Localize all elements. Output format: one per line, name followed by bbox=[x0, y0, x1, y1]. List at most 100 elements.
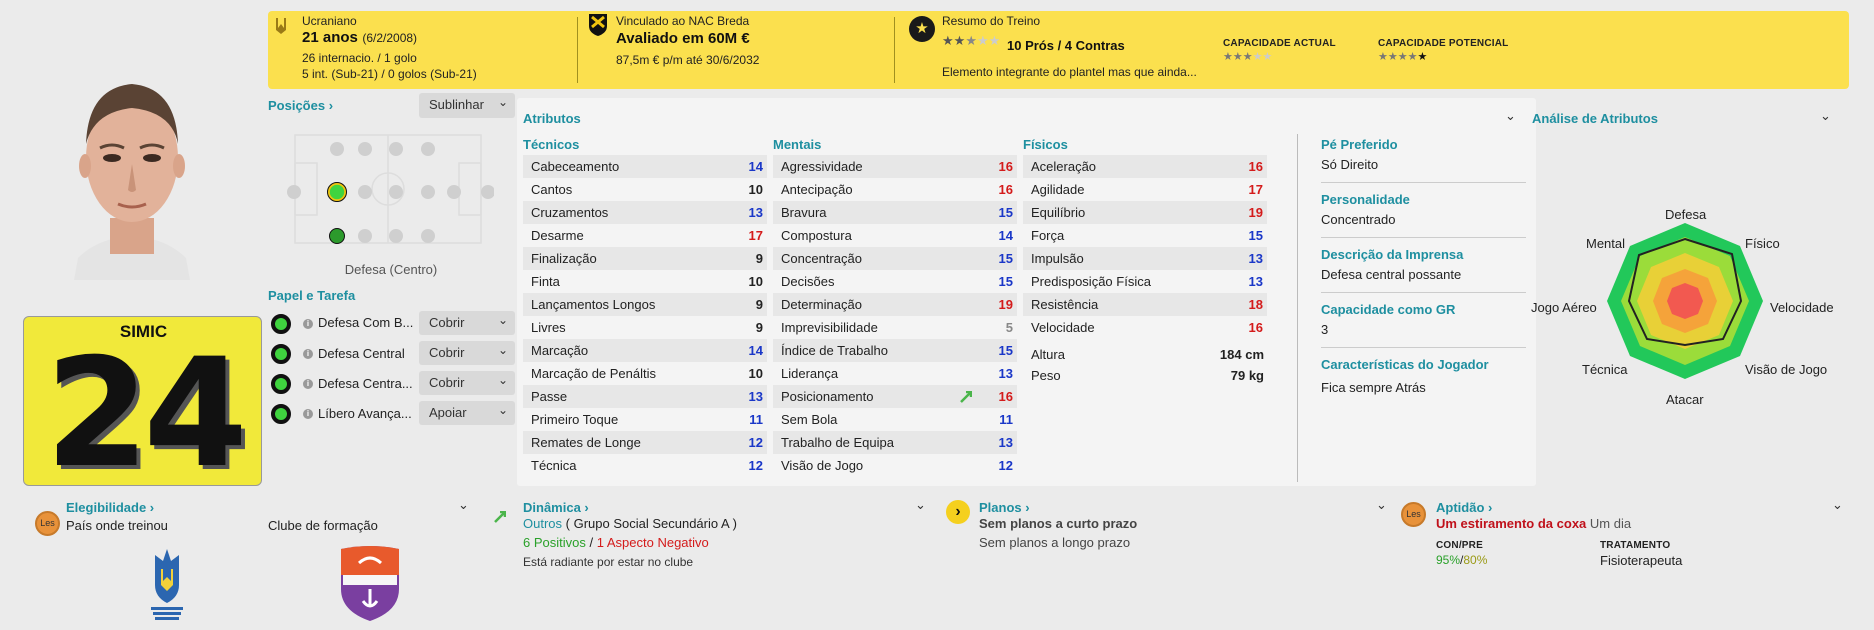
positions-link[interactable]: Posições › bbox=[268, 98, 333, 113]
long-term-plans: Sem planos a longo prazo bbox=[979, 535, 1131, 550]
attribute-row: Livres 9 bbox=[523, 316, 767, 339]
attribute-value: 15 bbox=[998, 251, 1013, 266]
attribute-name: Lançamentos Longos bbox=[531, 297, 656, 312]
attribute-row: Primeiro Toque 11 bbox=[523, 408, 767, 431]
attribute-name: Agilidade bbox=[1031, 182, 1085, 197]
attribute-value: 19 bbox=[1248, 205, 1263, 220]
preferred-foot-label: Pé Preferido bbox=[1321, 137, 1398, 152]
plans-icon: › bbox=[946, 500, 970, 524]
trident-icon bbox=[274, 16, 288, 36]
role-3-duty-dropdown[interactable]: Cobrir ⌄ bbox=[419, 371, 515, 395]
chevron-down-icon[interactable]: ⌄ bbox=[915, 497, 926, 513]
attribute-row: Concentração 15 bbox=[773, 247, 1017, 270]
plans-link[interactable]: Planos › bbox=[979, 500, 1030, 515]
player-photo bbox=[68, 68, 196, 280]
radar-label-aereo: Jogo Aéreo bbox=[1531, 300, 1597, 315]
divider bbox=[1321, 347, 1526, 348]
attribute-name: Marcação bbox=[531, 343, 589, 358]
chevron-down-icon[interactable]: ⌄ bbox=[1820, 108, 1831, 124]
info-icon[interactable]: i bbox=[303, 379, 313, 389]
divider bbox=[1321, 237, 1526, 238]
attribute-value: 15 bbox=[1248, 228, 1263, 243]
attribute-value: 12 bbox=[748, 458, 763, 473]
attribute-row: Força 15 bbox=[1023, 224, 1267, 247]
posicionamento-trend-icon bbox=[960, 388, 973, 403]
attribute-value: 9 bbox=[755, 320, 763, 335]
attribute-row: Posicionamento 16 bbox=[773, 385, 1017, 408]
eligibility-link[interactable]: Elegibilidade › bbox=[66, 500, 154, 515]
mental-title: Mentais bbox=[773, 137, 822, 152]
happiness-summary: 6 Positivos / 1 Aspecto Negativo bbox=[523, 535, 709, 550]
chevron-down-icon: ⌄ bbox=[497, 403, 508, 417]
attribute-row: Aceleração 16 bbox=[1023, 155, 1267, 178]
chevron-down-icon[interactable]: ⌄ bbox=[1505, 108, 1516, 124]
weight-value: 79 kg bbox=[1230, 368, 1264, 383]
pitch-diagram bbox=[282, 130, 495, 248]
potential-ability-label: CAPACIDADE POTENCIAL bbox=[1378, 38, 1509, 49]
role-2-duty-dropdown[interactable]: Cobrir ⌄ bbox=[419, 341, 515, 365]
chevron-down-icon: ⌄ bbox=[497, 343, 508, 357]
attribute-name: Predisposição Física bbox=[1031, 274, 1151, 289]
current-ability-label: CAPACIDADE ACTUAL bbox=[1223, 38, 1336, 49]
attribute-name: Determinação bbox=[781, 297, 862, 312]
attribute-row: Antecipação 16 bbox=[773, 178, 1017, 201]
role-4-name[interactable]: Líbero Avança... bbox=[318, 406, 412, 421]
chevron-down-icon[interactable]: ⌄ bbox=[1832, 497, 1843, 513]
conpre-value: 95%/80% bbox=[1436, 553, 1488, 567]
player-traits-label: Características do Jogador bbox=[1321, 357, 1489, 372]
treatment-label: TRATAMENTO bbox=[1600, 540, 1671, 551]
star-badge-icon: ★ bbox=[909, 16, 935, 42]
conpre-label: CON/PRE bbox=[1436, 540, 1483, 551]
role-4-duty-dropdown[interactable]: Apoiar ⌄ bbox=[419, 401, 515, 425]
youth-club-title: Clube de formação bbox=[268, 518, 378, 533]
attribute-value: 5 bbox=[1005, 320, 1013, 335]
attribute-row: Compostura 14 bbox=[773, 224, 1017, 247]
attribute-name: Antecipação bbox=[781, 182, 853, 197]
info-icon[interactable]: i bbox=[303, 319, 313, 329]
wage: 87,5m € p/m até 30/6/2032 bbox=[616, 53, 760, 67]
attribute-row: Agilidade 17 bbox=[1023, 178, 1267, 201]
info-icon[interactable]: i bbox=[303, 409, 313, 419]
player-traits: Fica sempre Atrás bbox=[1321, 380, 1426, 395]
attribute-row: Índice de Trabalho 15 bbox=[773, 339, 1017, 362]
attribute-name: Resistência bbox=[1031, 297, 1099, 312]
role-3-name[interactable]: Defesa Centra... bbox=[318, 376, 413, 391]
attribute-name: Decisões bbox=[781, 274, 835, 289]
attribute-value: 17 bbox=[748, 228, 763, 243]
radar-label-defesa: Defesa bbox=[1665, 207, 1707, 222]
attribute-value: 16 bbox=[998, 389, 1013, 404]
divider bbox=[1321, 292, 1526, 293]
dynamics-status: Está radiante por estar no clube bbox=[523, 555, 694, 569]
attribute-analysis-title: Análise de Atributos bbox=[1532, 111, 1658, 126]
attribute-row: Passe 13 bbox=[523, 385, 767, 408]
role-1-name[interactable]: Defesa Com B... bbox=[318, 315, 413, 330]
attribute-value: 16 bbox=[1248, 159, 1263, 174]
attribute-value: 11 bbox=[999, 412, 1013, 427]
chevron-down-icon[interactable]: ⌄ bbox=[1376, 497, 1387, 513]
attribute-row: Velocidade 16 bbox=[1023, 316, 1267, 339]
attribute-name: Sem Bola bbox=[781, 412, 838, 427]
training-description: Elemento integrante do plantel mas que a… bbox=[942, 65, 1197, 79]
info-icon[interactable]: i bbox=[303, 349, 313, 359]
attribute-name: Concentração bbox=[781, 251, 862, 266]
attribute-value: 16 bbox=[998, 159, 1013, 174]
shirt-number-card: SIMIC 24 bbox=[23, 316, 262, 489]
gk-ability-label: Capacidade como GR bbox=[1321, 302, 1456, 317]
attribute-name: Visão de Jogo bbox=[781, 458, 864, 473]
attribute-row: Técnica 12 bbox=[523, 454, 767, 477]
attribute-value: 10 bbox=[748, 274, 763, 289]
attribute-name: Cruzamentos bbox=[531, 205, 609, 220]
chevron-down-icon[interactable]: ⌄ bbox=[458, 497, 469, 513]
attribute-value: 9 bbox=[755, 251, 763, 266]
attribute-row: Equilíbrio 19 bbox=[1023, 201, 1267, 224]
youth-club-crest bbox=[339, 545, 401, 623]
attribute-row: Imprevisibilidade 5 bbox=[773, 316, 1017, 339]
attribute-row: Liderança 13 bbox=[773, 362, 1017, 385]
dynamics-link[interactable]: Dinâmica › bbox=[523, 500, 589, 515]
highlight-dropdown[interactable]: Sublinhar ⌄ bbox=[419, 93, 515, 118]
fitness-link[interactable]: Aptidão › bbox=[1436, 500, 1492, 515]
media-description: Defesa central possante bbox=[1321, 267, 1462, 282]
role-1-duty-dropdown[interactable]: Cobrir ⌄ bbox=[419, 311, 515, 335]
height-label: Altura bbox=[1031, 347, 1065, 362]
role-2-name[interactable]: Defesa Central bbox=[318, 346, 405, 361]
